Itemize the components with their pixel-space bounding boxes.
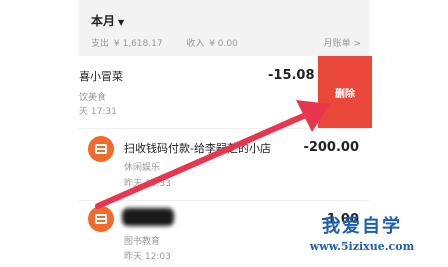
month-summary: 支出 ¥ 1,618.17 收入 ¥ 0.00 bbox=[91, 36, 240, 49]
swiped-transaction-row[interactable]: 喜小冒菜 -15.08 饮美食 天 17:31 删除 bbox=[0, 56, 448, 128]
redacted-name-blur bbox=[122, 208, 174, 226]
expense-amount: ¥ 1,618.17 bbox=[113, 39, 163, 49]
month-header: 本月 ▼ 支出 ¥ 1,618.17 收入 ¥ 0.00 月账单 > bbox=[79, 0, 369, 56]
expense-label: 支出 bbox=[91, 39, 110, 49]
merchant-icon bbox=[88, 136, 114, 162]
transaction-amount: -200.00 bbox=[303, 140, 359, 155]
transaction-time: 天 17:31 bbox=[79, 107, 117, 117]
left-margin bbox=[0, 0, 79, 267]
watermark: 我爱自学 www.5izixue.com bbox=[282, 212, 442, 253]
transaction-name: 扫收钱码付款-给李嗣芝的小店 bbox=[124, 142, 271, 155]
transaction-category: 饮美食 bbox=[79, 93, 107, 103]
watermark-title: 我爱自学 bbox=[322, 216, 402, 237]
transaction-name: 喜小冒菜 bbox=[79, 70, 123, 83]
income-label: 收入 bbox=[186, 39, 205, 49]
month-selector[interactable]: 本月 ▼ bbox=[91, 12, 124, 29]
merchant-icon bbox=[88, 206, 114, 232]
transaction-row[interactable]: 扫收钱码付款-给李嗣芝的小店 休闲娱乐 昨天 13:33 -200.00 bbox=[79, 128, 369, 200]
transaction-time: 昨天 12:03 bbox=[124, 252, 171, 262]
watermark-url: www.5izixue.com bbox=[309, 240, 415, 253]
transaction-amount: -15.08 bbox=[268, 68, 315, 83]
monthly-bill-link[interactable]: 月账单 > bbox=[324, 36, 361, 49]
month-title: 本月 bbox=[91, 14, 116, 28]
delete-button[interactable]: 删除 bbox=[318, 56, 372, 128]
transaction-time: 昨天 13:33 bbox=[124, 179, 171, 189]
income-amount: ¥ 0.00 bbox=[209, 39, 238, 49]
transaction-category: 休闲娱乐 bbox=[124, 163, 161, 173]
transaction-category: 图书教育 bbox=[124, 237, 161, 247]
caret-down-icon: ▼ bbox=[118, 18, 125, 27]
